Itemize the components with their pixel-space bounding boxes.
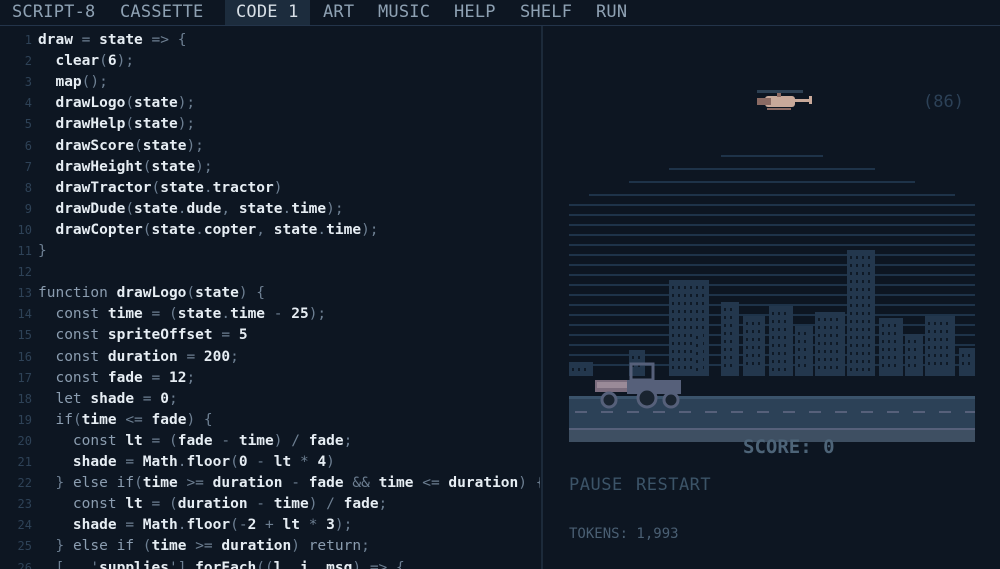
code-line[interactable]: 22 } else if(time >= duration - fade && …: [0, 473, 540, 494]
line-number: 3: [24, 75, 32, 90]
code-line[interactable]: 21 shade = Math.floor(0 - lt * 4): [0, 452, 335, 473]
code-text: drawTractor(state.tractor): [55, 179, 283, 196]
line-number: 17: [17, 370, 32, 385]
line-number: 26: [17, 560, 32, 569]
line-number: 18: [17, 391, 32, 406]
code-line[interactable]: 9 drawDude(state.dude, state.time);: [0, 199, 344, 220]
code-text: drawLogo(state);: [55, 95, 196, 112]
code-text: let shade = 0;: [55, 390, 178, 407]
code-line[interactable]: 11}: [0, 241, 47, 262]
code-line[interactable]: 5 drawHelp(state);: [0, 114, 195, 135]
code-text: const duration = 200;: [55, 348, 239, 365]
line-number: 2: [24, 54, 32, 69]
height-readout: (86): [923, 92, 964, 112]
menu-cassette[interactable]: CASSETTE: [120, 0, 203, 25]
code-line[interactable]: 17 const fade = 12;: [0, 368, 196, 389]
script8-app: SCRIPT-8 CASSETTE CODE 1 ART MUSIC HELP …: [0, 0, 1000, 569]
code-line[interactable]: 18 let shade = 0;: [0, 389, 178, 410]
code-text: drawDude(state.dude, state.time);: [55, 200, 344, 217]
code-line[interactable]: 16 const duration = 200;: [0, 347, 239, 368]
line-number: 22: [17, 476, 32, 491]
code-line[interactable]: 2 clear(6);: [0, 51, 134, 72]
code-text: shade = Math.floor(0 - lt * 4): [72, 454, 335, 470]
line-number: 5: [24, 117, 32, 132]
code-text: draw = state => {: [38, 32, 187, 48]
line-number: 7: [24, 159, 32, 174]
code-line[interactable]: 10 drawCopter(state.copter, state.time);: [0, 220, 379, 241]
code-line[interactable]: 23 const lt = (duration - time) / fade;: [0, 494, 388, 515]
code-line[interactable]: 1 draw = state => {: [0, 30, 187, 51]
code-line[interactable]: 14 const time = (state.time - 25);: [0, 304, 327, 325]
game-screen[interactable]: (86) SCORE: 0: [569, 80, 975, 460]
code-line[interactable]: 25 } else if (time >= duration) return;: [0, 536, 370, 557]
line-number: 19: [17, 412, 32, 427]
line-number: 23: [17, 497, 32, 512]
code-text: drawScore(state);: [55, 137, 204, 154]
code-text: shade = Math.floor(-2 + lt * 3);: [72, 517, 353, 534]
code-text: [...'supplies'].forEach((l, i, msg) => {: [55, 559, 405, 569]
code-text: const lt = (fade - time) / fade;: [72, 432, 353, 449]
code-line[interactable]: 20 const lt = (fade - time) / fade;: [0, 431, 353, 452]
line-number: 4: [24, 96, 32, 111]
code-text: }: [38, 243, 47, 259]
code-text: drawHeight(state);: [55, 158, 213, 175]
menu-art[interactable]: ART: [323, 0, 354, 25]
menu-code-1[interactable]: CODE 1: [225, 0, 310, 25]
line-number: 10: [17, 222, 32, 237]
line-number: 11: [17, 244, 32, 258]
code-text: function drawLogo(state) {: [38, 285, 266, 302]
restart-button[interactable]: RESTART: [636, 474, 711, 496]
line-number: 24: [17, 518, 32, 533]
code-line[interactable]: 26 [...'supplies'].forEach((l, i, msg) =…: [0, 558, 405, 569]
code-line[interactable]: 7 drawHeight(state);: [0, 157, 213, 178]
code-line[interactable]: 8 drawTractor(state.tractor): [0, 178, 283, 199]
code-line[interactable]: 3 map();: [0, 72, 108, 93]
code-text: } else if (time >= duration) return;: [55, 538, 370, 555]
code-text: const spriteOffset = 5: [55, 327, 248, 344]
code-line[interactable]: 12: [0, 262, 38, 283]
pause-button[interactable]: PAUSE: [569, 474, 623, 496]
code-text: map();: [55, 74, 108, 91]
menu-script8[interactable]: SCRIPT-8: [12, 0, 95, 25]
menu-bar: SCRIPT-8 CASSETTE CODE 1 ART MUSIC HELP …: [0, 0, 1000, 26]
line-number: 14: [17, 307, 32, 322]
line-number: 21: [17, 455, 32, 469]
line-number: 12: [17, 265, 32, 280]
line-number: 9: [24, 201, 32, 216]
code-line[interactable]: 6 drawScore(state);: [0, 136, 204, 157]
code-text: const time = (state.time - 25);: [55, 306, 327, 323]
code-line[interactable]: 15 const spriteOffset = 5: [0, 325, 248, 346]
code-text: drawCopter(state.copter, state.time);: [55, 221, 379, 238]
code-line[interactable]: 19 if(time <= fade) {: [0, 410, 213, 431]
city-skyline: [569, 250, 975, 376]
menu-help[interactable]: HELP: [454, 0, 496, 25]
menu-shelf[interactable]: SHELF: [520, 0, 572, 25]
game-canvas: (86) SCORE: 0: [569, 90, 975, 458]
menu-music[interactable]: MUSIC: [378, 0, 430, 25]
code-line[interactable]: 13 function drawLogo(state) {: [0, 283, 265, 304]
menu-run[interactable]: RUN: [596, 0, 627, 25]
code-text: const lt = (duration - time) / fade;: [72, 496, 388, 513]
code-text: } else if(time >= duration - fade && tim…: [55, 475, 540, 492]
code-editor[interactable]: 1 draw = state => {2 clear(6); 3 map(); 4 d…: [0, 26, 540, 569]
code-line[interactable]: 24 shade = Math.floor(-2 + lt * 3);: [0, 515, 353, 536]
line-number: 15: [17, 328, 32, 343]
line-number: 13: [17, 286, 32, 301]
code-text: if(time <= fade) {: [55, 411, 213, 428]
code-text: clear(6);: [55, 53, 135, 70]
helicopter-sprite: [757, 90, 812, 110]
line-number: 6: [24, 138, 32, 153]
line-number: 1: [24, 33, 32, 47]
tokens-count: TOKENS: 1,993: [569, 526, 679, 542]
line-number: 25: [17, 539, 32, 554]
line-number: 8: [24, 180, 32, 195]
line-number: 20: [17, 433, 32, 448]
pane-divider[interactable]: [541, 26, 543, 569]
score-label: SCORE: 0: [743, 436, 835, 458]
code-text: const fade = 12;: [55, 369, 196, 386]
code-text: drawHelp(state);: [55, 116, 196, 133]
line-number: 16: [17, 349, 32, 364]
code-line[interactable]: 4 drawLogo(state);: [0, 93, 195, 114]
